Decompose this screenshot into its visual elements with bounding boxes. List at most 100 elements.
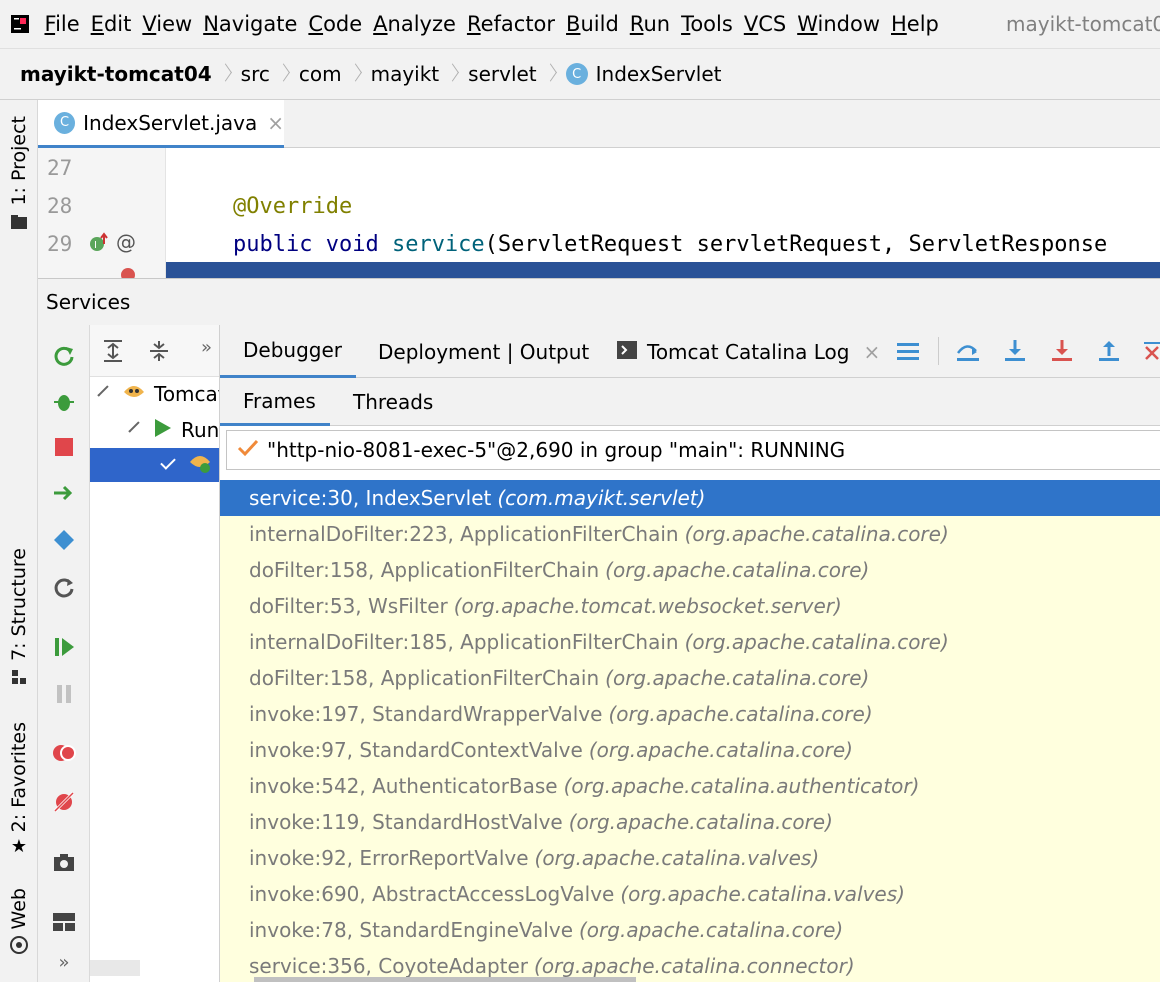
implements-arrow-icon[interactable]: I: [88, 232, 110, 259]
frame-row[interactable]: invoke:119, StandardHostValve (org.apache…: [220, 804, 1160, 840]
code-editor[interactable]: 27 28 29 I @ @Override public void servi…: [38, 148, 1160, 278]
more-tree-actions-icon[interactable]: »: [201, 337, 212, 358]
menu-code[interactable]: Code: [303, 12, 368, 36]
tree-item-tomcat[interactable]: Tomcat: [90, 377, 219, 411]
structure-icon: [10, 667, 28, 685]
update-app-icon[interactable]: [51, 480, 77, 506]
frame-row[interactable]: doFilter:158, ApplicationFilterChain (org…: [220, 660, 1160, 696]
mute-breakpoints-icon[interactable]: [51, 789, 77, 815]
menu-tools[interactable]: Tools: [676, 12, 739, 36]
collapse-all-icon[interactable]: [148, 339, 170, 368]
rerun-icon[interactable]: [51, 342, 77, 368]
frame-row[interactable]: invoke:690, AbstractAccessLogValve (org.a…: [220, 876, 1160, 912]
favorites-tool-tab[interactable]: 2: Favorites ★: [0, 722, 38, 856]
frames-horizontal-scrollbar[interactable]: [254, 977, 636, 982]
frame-method: invoke:690, AbstractAccessLogValve: [249, 882, 615, 906]
menu-window[interactable]: Window: [792, 12, 886, 36]
menu-view[interactable]: View: [137, 12, 198, 36]
breadcrumb-src[interactable]: src: [241, 62, 270, 86]
frame-package: (org.apache.catalina.core): [588, 738, 853, 762]
tree-item-debug-session[interactable]: [90, 448, 219, 482]
deploy-icon[interactable]: [51, 527, 77, 553]
frame-method: invoke:542, AuthenticatorBase: [249, 774, 558, 798]
favorites-tab-label: 2: Favorites: [8, 722, 30, 833]
frames-threads-tab-bar: Frames Threads: [220, 378, 1160, 426]
chevron-down-icon[interactable]: [97, 385, 109, 397]
more-actions-icon[interactable]: »: [51, 949, 77, 975]
frame-package: (org.apache.catalina.core): [608, 702, 873, 726]
frame-row[interactable]: doFilter:158, ApplicationFilterChain (org…: [220, 552, 1160, 588]
thread-selector[interactable]: "http-nio-8081-exec-5"@2,690 in group "m…: [226, 430, 1160, 470]
frame-row[interactable]: invoke:78, StandardEngineValve (org.apach…: [220, 912, 1160, 948]
structure-tool-tab[interactable]: 7: Structure: [0, 548, 38, 685]
menu-navigate[interactable]: Navigate: [198, 12, 303, 36]
pause-icon[interactable]: [51, 681, 77, 707]
web-tool-tab[interactable]: Web: [0, 888, 38, 955]
step-out-icon[interactable]: [1097, 339, 1121, 363]
frame-method: invoke:78, StandardEngineValve: [249, 918, 573, 942]
tab-label: Debugger: [243, 338, 342, 362]
force-step-into-icon[interactable]: [1050, 339, 1074, 363]
frame-row[interactable]: internalDoFilter:185, ApplicationFilterC…: [220, 624, 1160, 660]
frame-row[interactable]: invoke:92, ErrorReportValve (org.apache.c…: [220, 840, 1160, 876]
run-icon: [153, 417, 173, 444]
project-tool-tab[interactable]: 1: Project: [0, 116, 38, 230]
breadcrumb-mayikt[interactable]: mayikt: [371, 62, 440, 86]
frame-row[interactable]: invoke:97, StandardContextValve (org.apac…: [220, 732, 1160, 768]
menu-build[interactable]: Build: [561, 12, 625, 36]
editor-tab-indexservlet[interactable]: C IndexServlet.java ×: [38, 100, 284, 148]
menu-analyze[interactable]: Analyze: [368, 12, 462, 36]
menu-run[interactable]: Run: [624, 12, 675, 36]
refresh-icon[interactable]: [51, 574, 77, 600]
step-over-icon[interactable]: [955, 339, 979, 363]
override-annotation: @Override: [233, 194, 353, 219]
debug-bug-icon[interactable]: [51, 388, 77, 414]
frames-list: service:30, IndexServlet (com.mayikt.serv…: [220, 480, 1160, 982]
horizontal-scrollbar[interactable]: [90, 960, 140, 976]
tab-tomcat-catalina-log[interactable]: Tomcat Catalina Log ×: [617, 325, 880, 378]
breadcrumb-com[interactable]: com: [299, 62, 342, 86]
close-icon[interactable]: ×: [863, 340, 880, 364]
frame-package: (org.apache.catalina.core): [684, 630, 949, 654]
stop-icon[interactable]: [51, 434, 77, 460]
chevron-down-icon[interactable]: [128, 421, 140, 433]
hamburger-menu-icon[interactable]: [896, 339, 920, 363]
drop-frame-icon[interactable]: [1144, 339, 1160, 363]
frame-row[interactable]: service:30, IndexServlet (com.mayikt.serv…: [220, 480, 1160, 516]
frame-row[interactable]: internalDoFilter:223, ApplicationFilterC…: [220, 516, 1160, 552]
close-icon[interactable]: ×: [267, 111, 284, 135]
frame-package: (org.apache.catalina.connector): [534, 954, 855, 978]
view-breakpoints-icon[interactable]: [51, 740, 77, 766]
frame-row[interactable]: invoke:542, AuthenticatorBase (org.apache…: [220, 768, 1160, 804]
code-keywords: public void: [233, 232, 392, 257]
expand-all-icon[interactable]: [102, 339, 124, 368]
menu-vcs[interactable]: VCS: [738, 12, 791, 36]
tab-deployment-output[interactable]: Deployment | Output: [378, 325, 589, 378]
breadcrumb-servlet[interactable]: servlet: [468, 62, 537, 86]
frame-row[interactable]: invoke:197, StandardWrapperValve (org.apa…: [220, 696, 1160, 732]
step-into-icon[interactable]: [1003, 339, 1027, 363]
frame-row[interactable]: doFilter:53, WsFilter (org.apache.tomcat.…: [220, 588, 1160, 624]
frame-package: (org.apache.catalina.core): [605, 558, 870, 582]
breadcrumb-project[interactable]: mayikt-tomcat04: [20, 62, 212, 86]
tree-item-running[interactable]: Running: [90, 413, 219, 447]
frame-method: service:356, CoyoteAdapter: [249, 954, 529, 978]
breadcrumb: mayikt-tomcat04 src com mayikt servlet C…: [0, 48, 1160, 100]
camera-icon[interactable]: [51, 849, 77, 875]
tab-debugger[interactable]: Debugger: [220, 325, 356, 378]
code-line-29: public void service(ServletRequest servl…: [233, 232, 1107, 257]
resume-icon[interactable]: [51, 634, 77, 660]
layout-icon[interactable]: [51, 909, 77, 935]
menu-file[interactable]: File: [39, 12, 85, 36]
breadcrumb-class[interactable]: IndexServlet: [596, 62, 722, 86]
menu-help[interactable]: Help: [886, 12, 945, 36]
frame-package: (org.apache.catalina.core): [684, 522, 949, 546]
menu-refactor[interactable]: Refactor: [461, 12, 560, 36]
menu-edit[interactable]: Edit: [85, 12, 137, 36]
breakpoint-icon[interactable]: [118, 262, 140, 278]
chevron-down-icon[interactable]: [160, 454, 176, 470]
frame-method: doFilter:53, WsFilter: [249, 594, 448, 618]
execution-point-line: [166, 262, 1160, 278]
tab-threads[interactable]: Threads: [353, 378, 433, 426]
tab-frames[interactable]: Frames: [220, 378, 330, 426]
